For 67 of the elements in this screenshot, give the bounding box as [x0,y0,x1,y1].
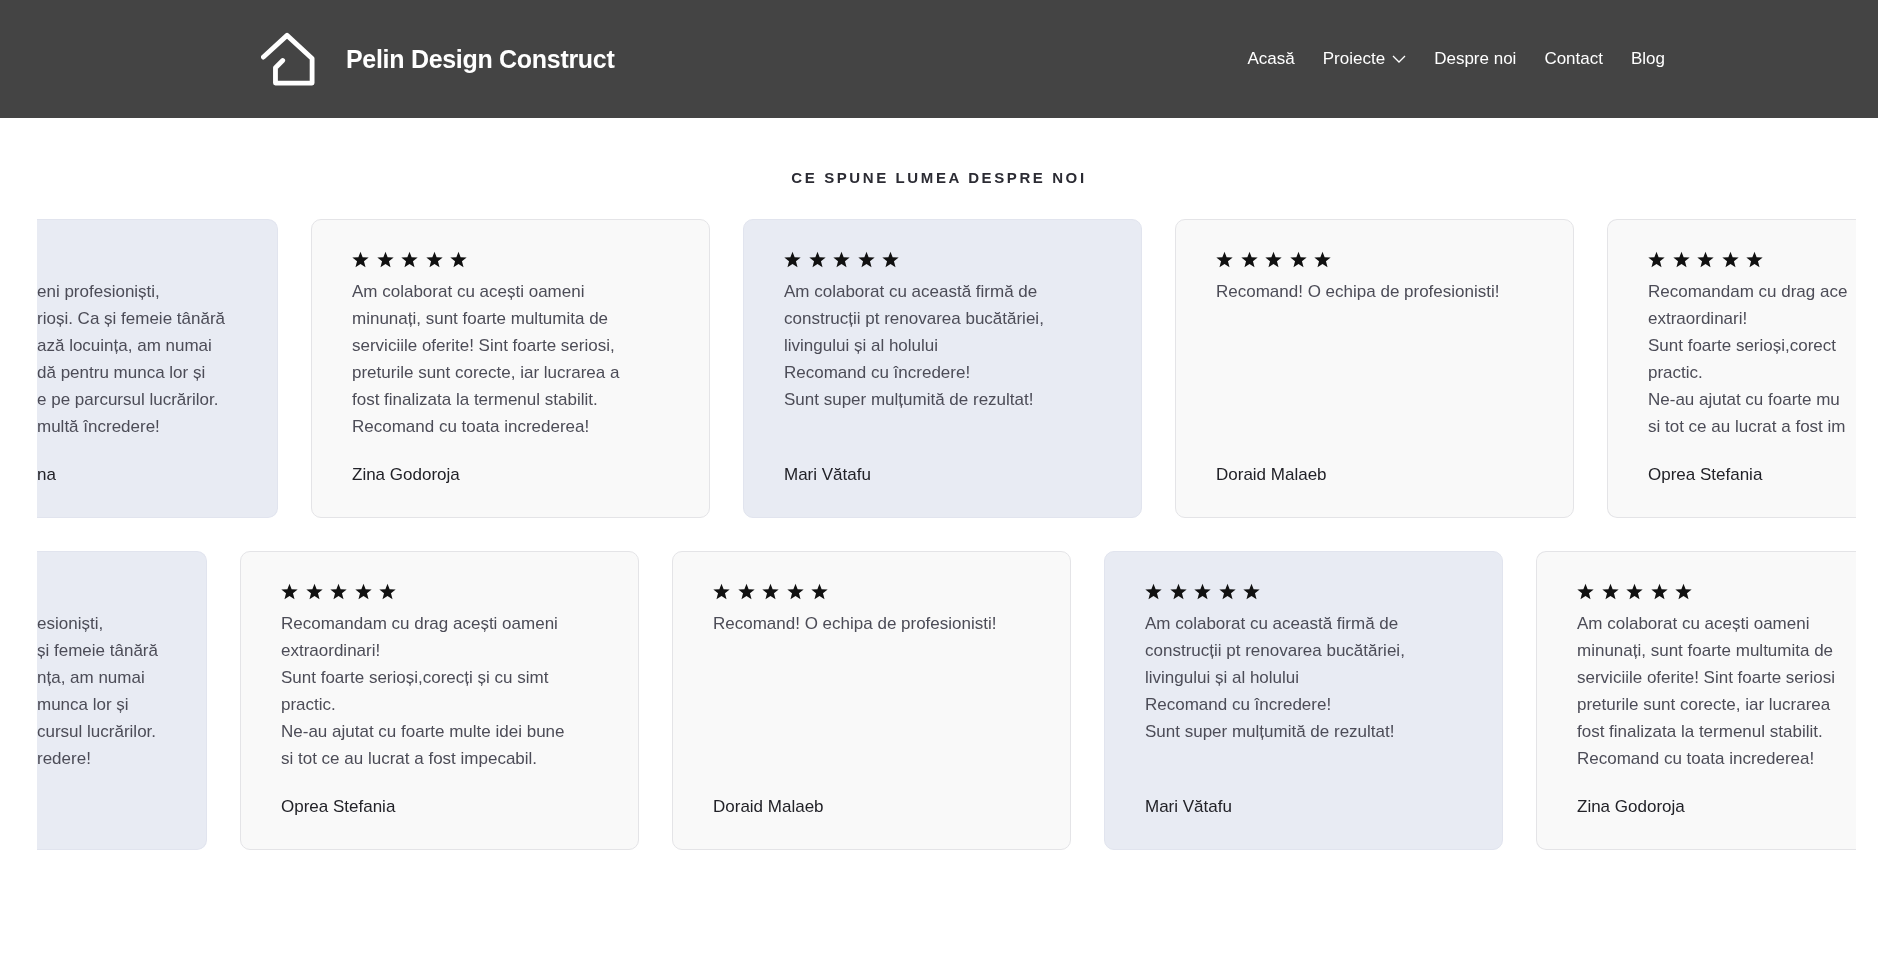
nav-link[interactable]: Proiecte [1322,49,1407,69]
review-text: esioniști, și femeie tânără nța, am numai munca lor și cursul lucrărilor. redere! [37,613,158,770]
reviewer-name: Zina Godoroja [1577,796,1685,818]
star-icon [784,251,801,268]
star-icon [1697,251,1714,268]
star-icon [1314,251,1331,268]
review-text: eni profesioniști, rioși. Ca și femeie tânără ază locuința, am numai dă pentru munca lor și e pe parcursul lucrărilor. multă încredere! [37,281,226,438]
star-icon [1169,583,1187,600]
star-icon [401,251,418,268]
star-icon [1194,583,1211,600]
star-icon [379,583,396,600]
reviewer-name: Mari Vătafu [1145,796,1232,818]
section-heading: CE SPUNE LUMEA DESPRE NOI [791,168,1087,188]
star-icon [786,583,804,600]
star-icon [281,583,298,600]
star-icon [1648,251,1665,268]
reviewer-name: Zina Godoroja [352,464,460,486]
nav-link[interactable]: Contact [1544,49,1603,69]
review-text: Am colaborat cu această firmă de construcții pt renovarea bucătăriei, livingului și al holului Recomand cu încredere! Sunt super mulțumită de rezultat! [1145,613,1405,743]
star-icon [450,251,467,268]
star-icon [425,251,443,268]
star-icon [808,251,826,268]
nav-link[interactable]: Despre noi [1434,49,1517,69]
star-icon [762,583,779,600]
star-icon [1216,251,1233,268]
site-title[interactable]: Pelin Design Construct [346,44,615,74]
star-icon [354,583,372,600]
star-icon [1265,251,1282,268]
review-text: Recomandam cu drag ace extraordinari! Sunt foarte serioși,corect practic. Ne-au ajutat cu foarte mu si tot ce au lucrat a fost im [1648,281,1848,438]
star-icon [1721,251,1739,268]
star-icon [1746,251,1763,268]
star-icon [857,251,875,268]
star-icon [1289,251,1307,268]
reviewer-name: Doraid Malaeb [1216,464,1327,486]
star-icon [811,583,828,600]
star-icon [1675,583,1692,600]
review-text: Am colaborat cu acești oameni minunați, sunt foarte multumita de serviciile oferite! Sint foarte seriosi, preturile sunt corecte, iar lucrarea a fost finalizata la termenul stabilit. Recomand cu toata increderea! [352,281,620,438]
star-icon [833,251,850,268]
star-icon [352,251,369,268]
review-text: Recomand! O echipa de profesionisti! [713,613,997,635]
star-icon [305,583,323,600]
star-icon [1218,583,1236,600]
star-icon [737,583,755,600]
nav-link[interactable]: Blog [1630,49,1665,69]
star-icon [1672,251,1690,268]
star-icon [882,251,899,268]
review-text: Am colaborat cu acești oameni minunați, sunt foarte multumita de serviciile oferite! Sint foarte seriosi preturile sunt corecte, iar lucrarea fost finalizata la termenul stabilit. Recomand cu toata increderea! [1577,613,1835,770]
nav-link[interactable]: Acasă [1247,49,1295,69]
star-icon [1626,583,1643,600]
star-icon [713,583,730,600]
star-icon [330,583,347,600]
star-icon [1243,583,1260,600]
review-text: Recomandam cu drag acești oameni extraordinari! Sunt foarte serioși,corecți și cu simt practic. Ne-au ajutat cu foarte multe idei bune si tot ce au lucrat a fost impecabil. [281,613,565,770]
reviewer-name: Mari Vătafu [784,464,871,486]
star-icon [1240,251,1258,268]
reviewer-name: Oprea Stefania [1648,464,1763,486]
reviewer-name: Oprea Stefania [281,796,396,818]
reviewer-name: na [37,464,56,486]
star-icon [1601,583,1619,600]
review-text: Am colaborat cu această firmă de construcții pt renovarea bucătăriei, livingului și al holului Recomand cu încredere! Sunt super mulțumită de rezultat! [784,281,1044,411]
review-text: Recomand! O echipa de profesionisti! [1216,281,1500,303]
star-icon [1577,583,1594,600]
star-icon [1650,583,1668,600]
reviewer-name: Doraid Malaeb [713,796,824,818]
star-icon [1145,583,1162,600]
star-icon [376,251,394,268]
house-icon[interactable] [261,31,315,87]
